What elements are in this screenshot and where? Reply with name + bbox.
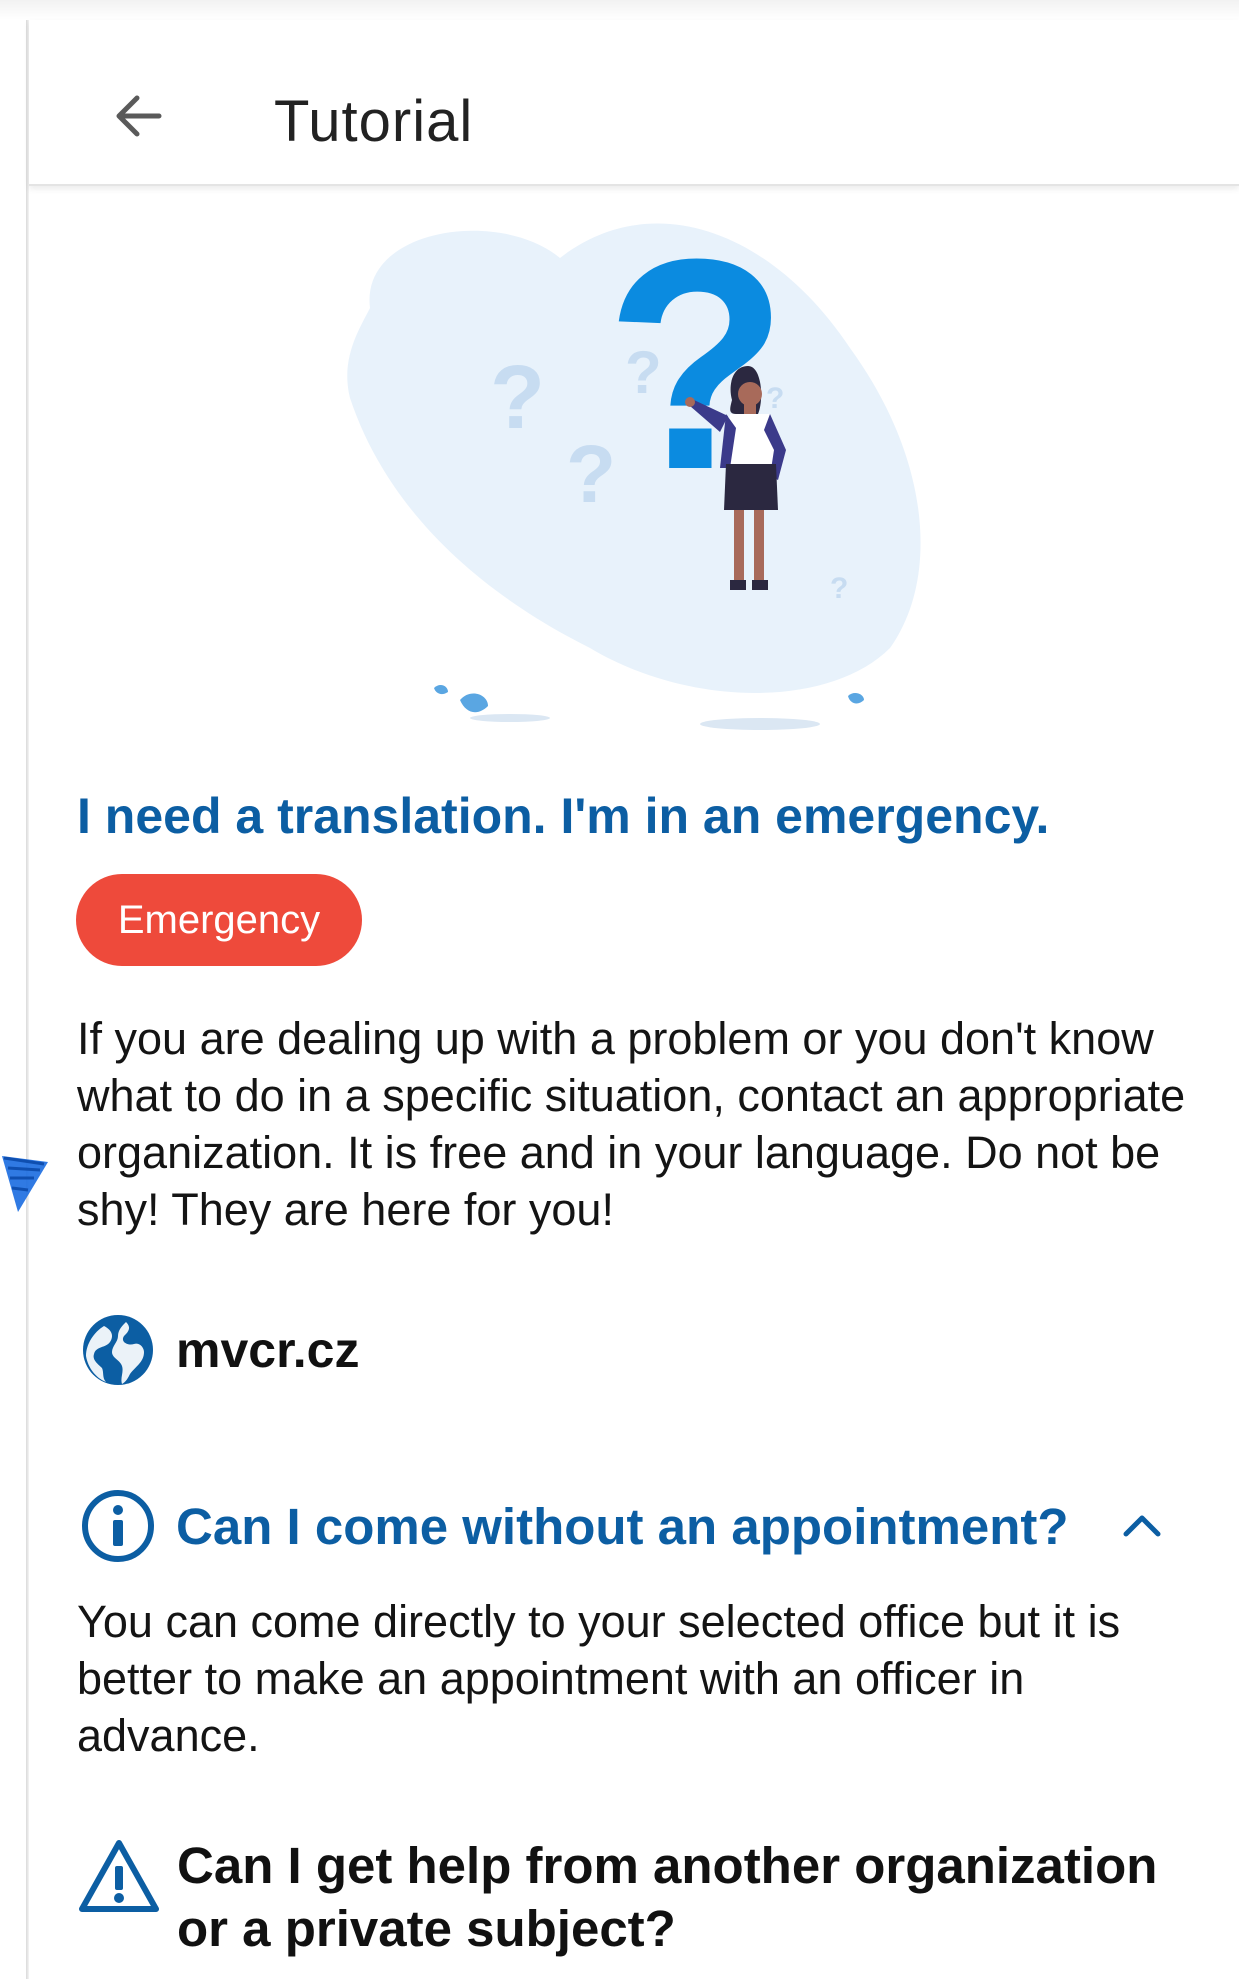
pen-scribble-mark — [2, 1156, 48, 1212]
emergency-heading: I need a translation. I'm in an emergenc… — [77, 788, 1050, 844]
faq-answer: You can come directly to your selected o… — [77, 1596, 1121, 1761]
faq-question[interactable]: Can I come without an appointment? — [176, 1497, 1069, 1556]
app-bar: Tutorial — [29, 20, 1239, 186]
screen-left-edge — [26, 20, 29, 1979]
screen-top-edge — [0, 0, 1239, 20]
faq-header[interactable]: Can I come without an appointment? — [80, 1488, 1170, 1564]
arrow-back-icon — [116, 95, 162, 137]
emergency-badge[interactable]: Emergency — [76, 874, 362, 966]
question-mark-person-illustration: ? ? ? ? ? ? — [347, 218, 921, 730]
leaf-icon — [460, 693, 488, 713]
warning-icon — [79, 1840, 159, 1912]
chevron-up-icon[interactable] — [1114, 1498, 1170, 1554]
ground-shadow — [700, 718, 820, 730]
leaf-icon — [848, 693, 864, 704]
ground-shadow — [470, 714, 550, 722]
website-link[interactable]: mvcr.cz — [80, 1312, 359, 1388]
back-button[interactable] — [101, 78, 177, 154]
warning-question[interactable]: Can I get help from another organization… — [177, 1834, 1197, 1960]
small-question-mark: ? — [830, 572, 848, 605]
leaf-icon — [434, 685, 448, 695]
info-icon — [82, 1490, 154, 1562]
globe-icon — [83, 1315, 153, 1385]
emergency-description: If you are dealing up with a problem or … — [77, 1013, 1186, 1235]
small-question-mark: ? — [490, 348, 545, 448]
page-title: Tutorial — [274, 89, 474, 154]
website-link-text[interactable]: mvcr.cz — [176, 1321, 359, 1379]
